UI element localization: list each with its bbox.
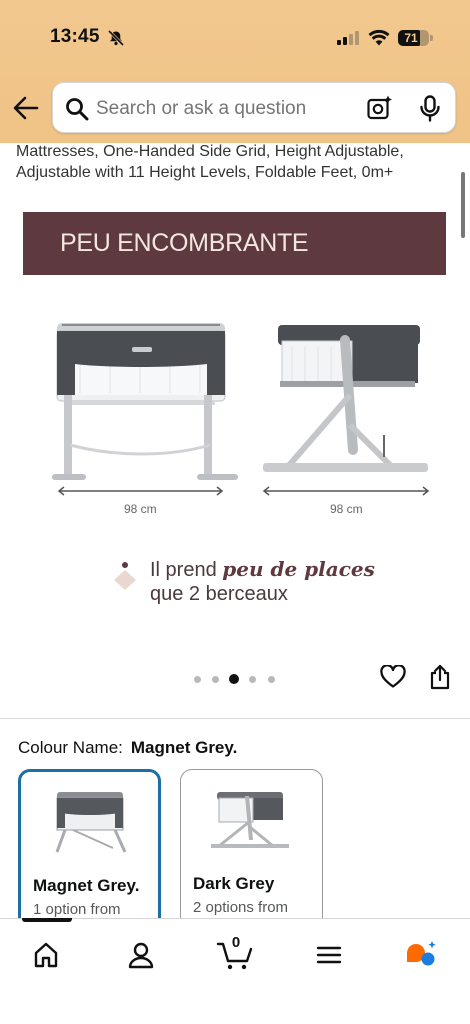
colour-option-availability: 1 option from (33, 901, 121, 918)
diamond-logo-icon (114, 562, 136, 590)
wifi-icon (368, 29, 390, 46)
account-icon[interactable] (125, 939, 157, 971)
share-icon[interactable] (429, 664, 451, 690)
tagline-emphasis: peu de places (222, 557, 375, 581)
back-arrow-icon[interactable] (12, 95, 40, 121)
tagline-line2: que 2 berceaux (150, 583, 288, 605)
tagline-prefix: Il prend (150, 559, 223, 581)
carousel-dot-active[interactable] (229, 674, 239, 684)
home-icon[interactable] (30, 939, 62, 971)
cart-count: 0 (231, 934, 241, 951)
rufus-icon[interactable] (404, 939, 440, 971)
carousel-dot[interactable] (194, 676, 201, 683)
bedside-crib-illustration (52, 323, 430, 496)
colour-option-name: Dark Grey (193, 874, 275, 893)
colour-selected-value: Magnet Grey. (130, 738, 238, 757)
carousel-dot[interactable] (268, 676, 275, 683)
crib-thumbnail (55, 792, 127, 853)
measure-label-left: 98 cm (124, 502, 157, 516)
battery-icon: 71 (398, 30, 433, 46)
search-input[interactable] (96, 97, 356, 121)
image-banner: PEU ENCOMBRANTE (23, 212, 446, 275)
app-header: 13:45 71 (0, 0, 470, 143)
colour-name-label: Colour Name: Magnet Grey. (18, 738, 237, 758)
colour-option-magnet-grey[interactable]: Magnet Grey. 1 option from (18, 769, 161, 929)
status-time: 13:45 (50, 26, 100, 47)
active-tab-indicator (22, 918, 72, 922)
measure-label-right: 98 cm (330, 502, 363, 516)
heart-icon[interactable] (380, 665, 406, 689)
bottom-navigation: 0 (0, 918, 470, 1024)
crib-front-view (52, 323, 238, 480)
carousel-dot[interactable] (212, 676, 219, 683)
status-bar: 13:45 71 (0, 0, 470, 76)
carousel-dot[interactable] (249, 676, 256, 683)
measure-arrow-left (57, 486, 224, 496)
search-bar[interactable] (52, 82, 456, 133)
microphone-icon[interactable] (419, 95, 441, 122)
battery-percent: 71 (404, 31, 418, 45)
banner-text: PEU ENCOMBRANTE (60, 229, 309, 257)
section-divider (0, 718, 470, 719)
colour-label-text: Colour Name: (18, 738, 123, 757)
product-title: Mattresses, One-Handed Side Grid, Height… (16, 143, 404, 181)
cellular-signal-icon (337, 31, 361, 45)
crib-side-view (263, 325, 428, 472)
bell-muted-icon (107, 30, 125, 46)
measure-arrow-right (262, 486, 430, 496)
colour-option-dark-grey[interactable]: Dark Grey 2 options from (180, 769, 323, 929)
crib-thumbnail (211, 792, 289, 848)
camera-lens-icon[interactable] (367, 95, 393, 121)
menu-icon[interactable] (316, 939, 342, 971)
colour-option-availability: 2 options from (193, 899, 289, 916)
colour-option-name: Magnet Grey. (33, 876, 140, 895)
product-image-carousel[interactable]: PEU ENCOMBRANTE 98 cm 98 cm Il prend peu… (0, 195, 470, 665)
cart-button[interactable]: 0 (216, 934, 256, 971)
search-icon (66, 98, 89, 121)
